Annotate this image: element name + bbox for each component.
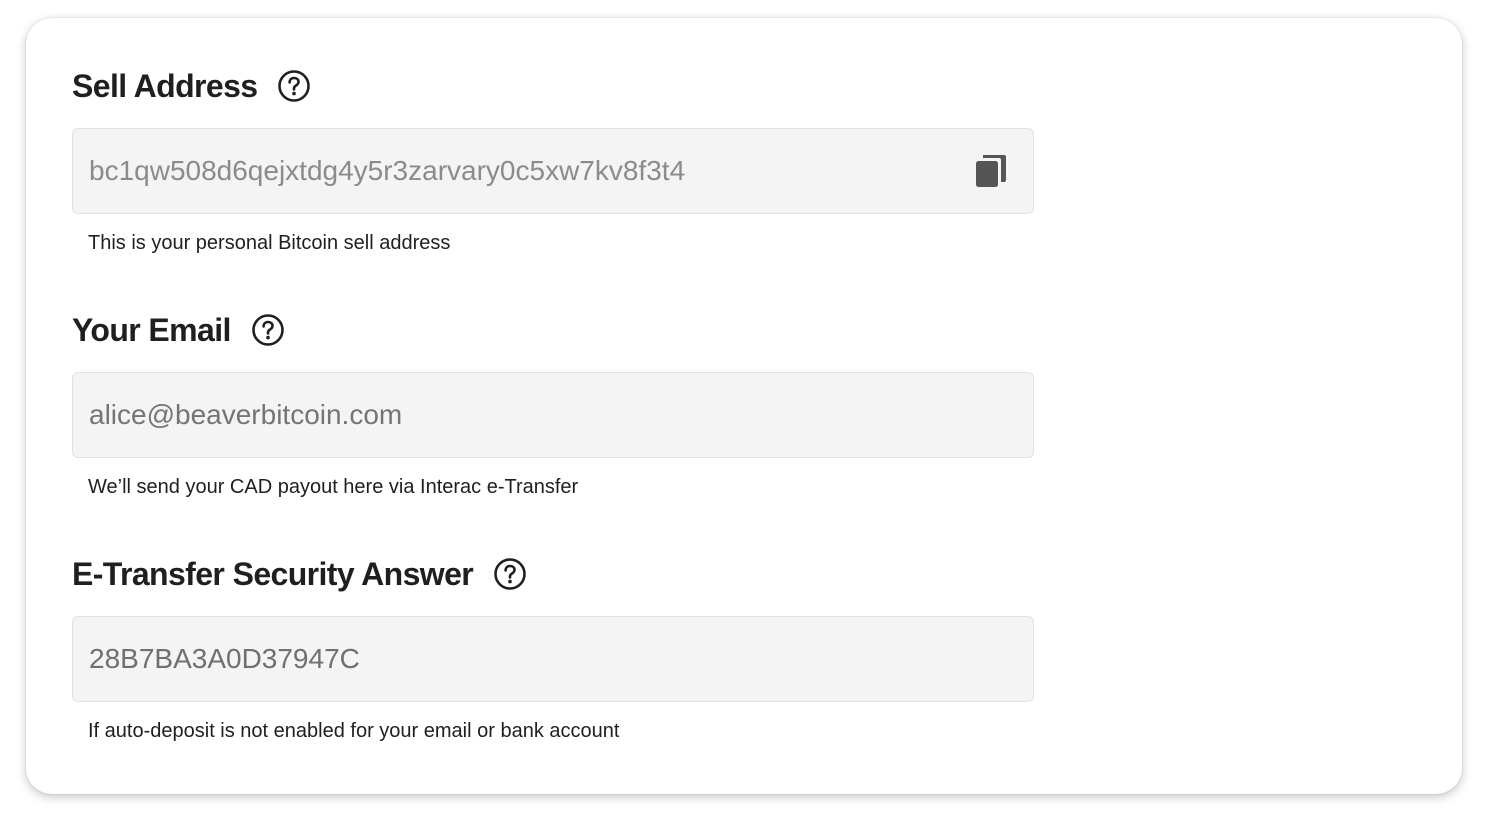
question-circle-icon[interactable] <box>493 557 527 591</box>
question-circle-icon[interactable] <box>251 313 285 347</box>
sell-address-field <box>72 128 1034 214</box>
email-hint: We’ll send your CAD payout here via Inte… <box>88 476 579 498</box>
security-answer-hint: If auto-deposit is not enabled for your … <box>88 720 620 742</box>
sell-address-section: Sell Address This is your personal Bitco… <box>72 66 1034 255</box>
copy-icon[interactable] <box>973 153 1007 189</box>
question-circle-icon[interactable] <box>277 69 311 103</box>
sell-address-label-row: Sell Address <box>72 66 1034 106</box>
security-answer-input[interactable] <box>89 643 949 675</box>
sell-address-input[interactable] <box>89 155 949 187</box>
security-answer-field <box>72 616 1034 702</box>
security-answer-label-row: E-Transfer Security Answer <box>72 554 1034 594</box>
email-field <box>72 372 1034 458</box>
email-label-row: Your Email <box>72 310 1034 350</box>
sell-address-hint: This is your personal Bitcoin sell addre… <box>88 232 451 254</box>
email-section: Your Email We’ll send your CAD payout he… <box>72 310 1034 499</box>
email-label: Your Email <box>72 311 231 348</box>
security-answer-section: E-Transfer Security Answer If auto-depos… <box>72 554 1034 743</box>
email-input[interactable] <box>89 399 949 431</box>
security-answer-label: E-Transfer Security Answer <box>72 555 474 592</box>
sell-address-label: Sell Address <box>72 67 258 104</box>
sell-form-card: Sell Address This is your personal Bitco… <box>26 18 1462 794</box>
